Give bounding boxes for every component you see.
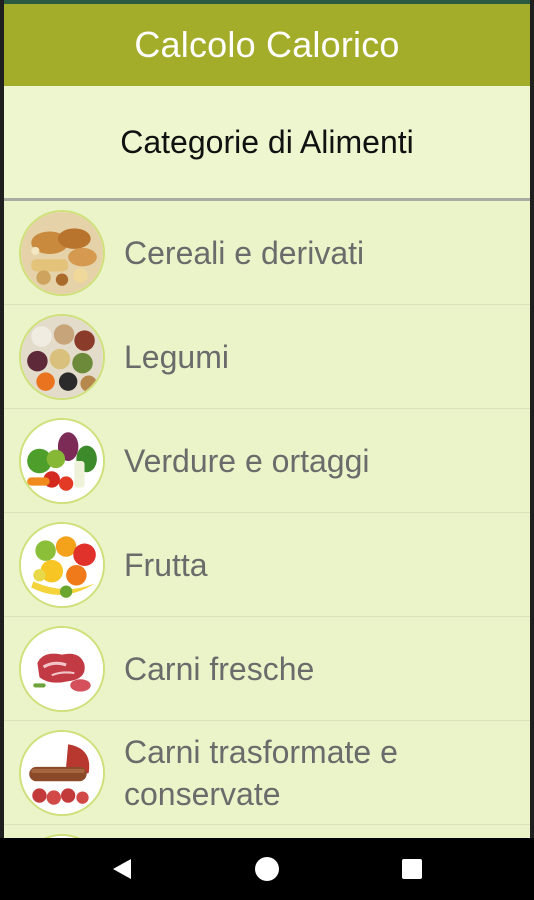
cured-meat-icon: [19, 729, 105, 816]
app-title-bar: Calcolo Calorico: [4, 4, 530, 86]
category-item-partial[interactable]: [4, 825, 530, 838]
category-label: Frutta: [124, 546, 208, 583]
app-screen: Calcolo Calorico Categorie di Alimenti C…: [0, 0, 534, 900]
back-icon[interactable]: [92, 838, 152, 900]
category-item-cereali[interactable]: Cereali e derivati: [4, 201, 530, 305]
category-item-legumi[interactable]: Legumi: [4, 305, 530, 409]
category-item-carni-fresche[interactable]: Carni fresche: [4, 617, 530, 721]
category-label: Cereali e derivati: [124, 234, 365, 271]
category-item-carni-trasformate[interactable]: Carni trasformate e conservate: [4, 721, 530, 825]
system-nav-bar: [0, 838, 534, 900]
app-title: Calcolo Calorico: [134, 24, 400, 65]
fresh-meat-icon: [19, 625, 105, 712]
category-label: Legumi: [124, 338, 229, 375]
recent-apps-icon[interactable]: [382, 838, 442, 900]
category-list[interactable]: Cereali e derivati Legumi Verdure e orta…: [4, 201, 530, 838]
vegetables-icon: [19, 417, 105, 504]
category-item-verdure[interactable]: Verdure e ortaggi: [4, 409, 530, 513]
category-label: Verdure e ortaggi: [124, 442, 370, 479]
fruit-icon: [19, 521, 105, 608]
home-icon[interactable]: [237, 838, 297, 900]
beans-legumes-icon: [19, 313, 105, 400]
category-item-frutta[interactable]: Frutta: [4, 513, 530, 617]
category-label: Carni fresche: [124, 650, 315, 687]
screen-edge-left: [0, 0, 4, 838]
section-title: Categorie di Alimenti: [120, 123, 414, 160]
screen-edge-right: [530, 0, 534, 838]
category-label: Carni trasformate e conservate: [124, 733, 398, 812]
bread-grains-icon: [19, 209, 105, 296]
section-header: Categorie di Alimenti: [4, 86, 530, 201]
